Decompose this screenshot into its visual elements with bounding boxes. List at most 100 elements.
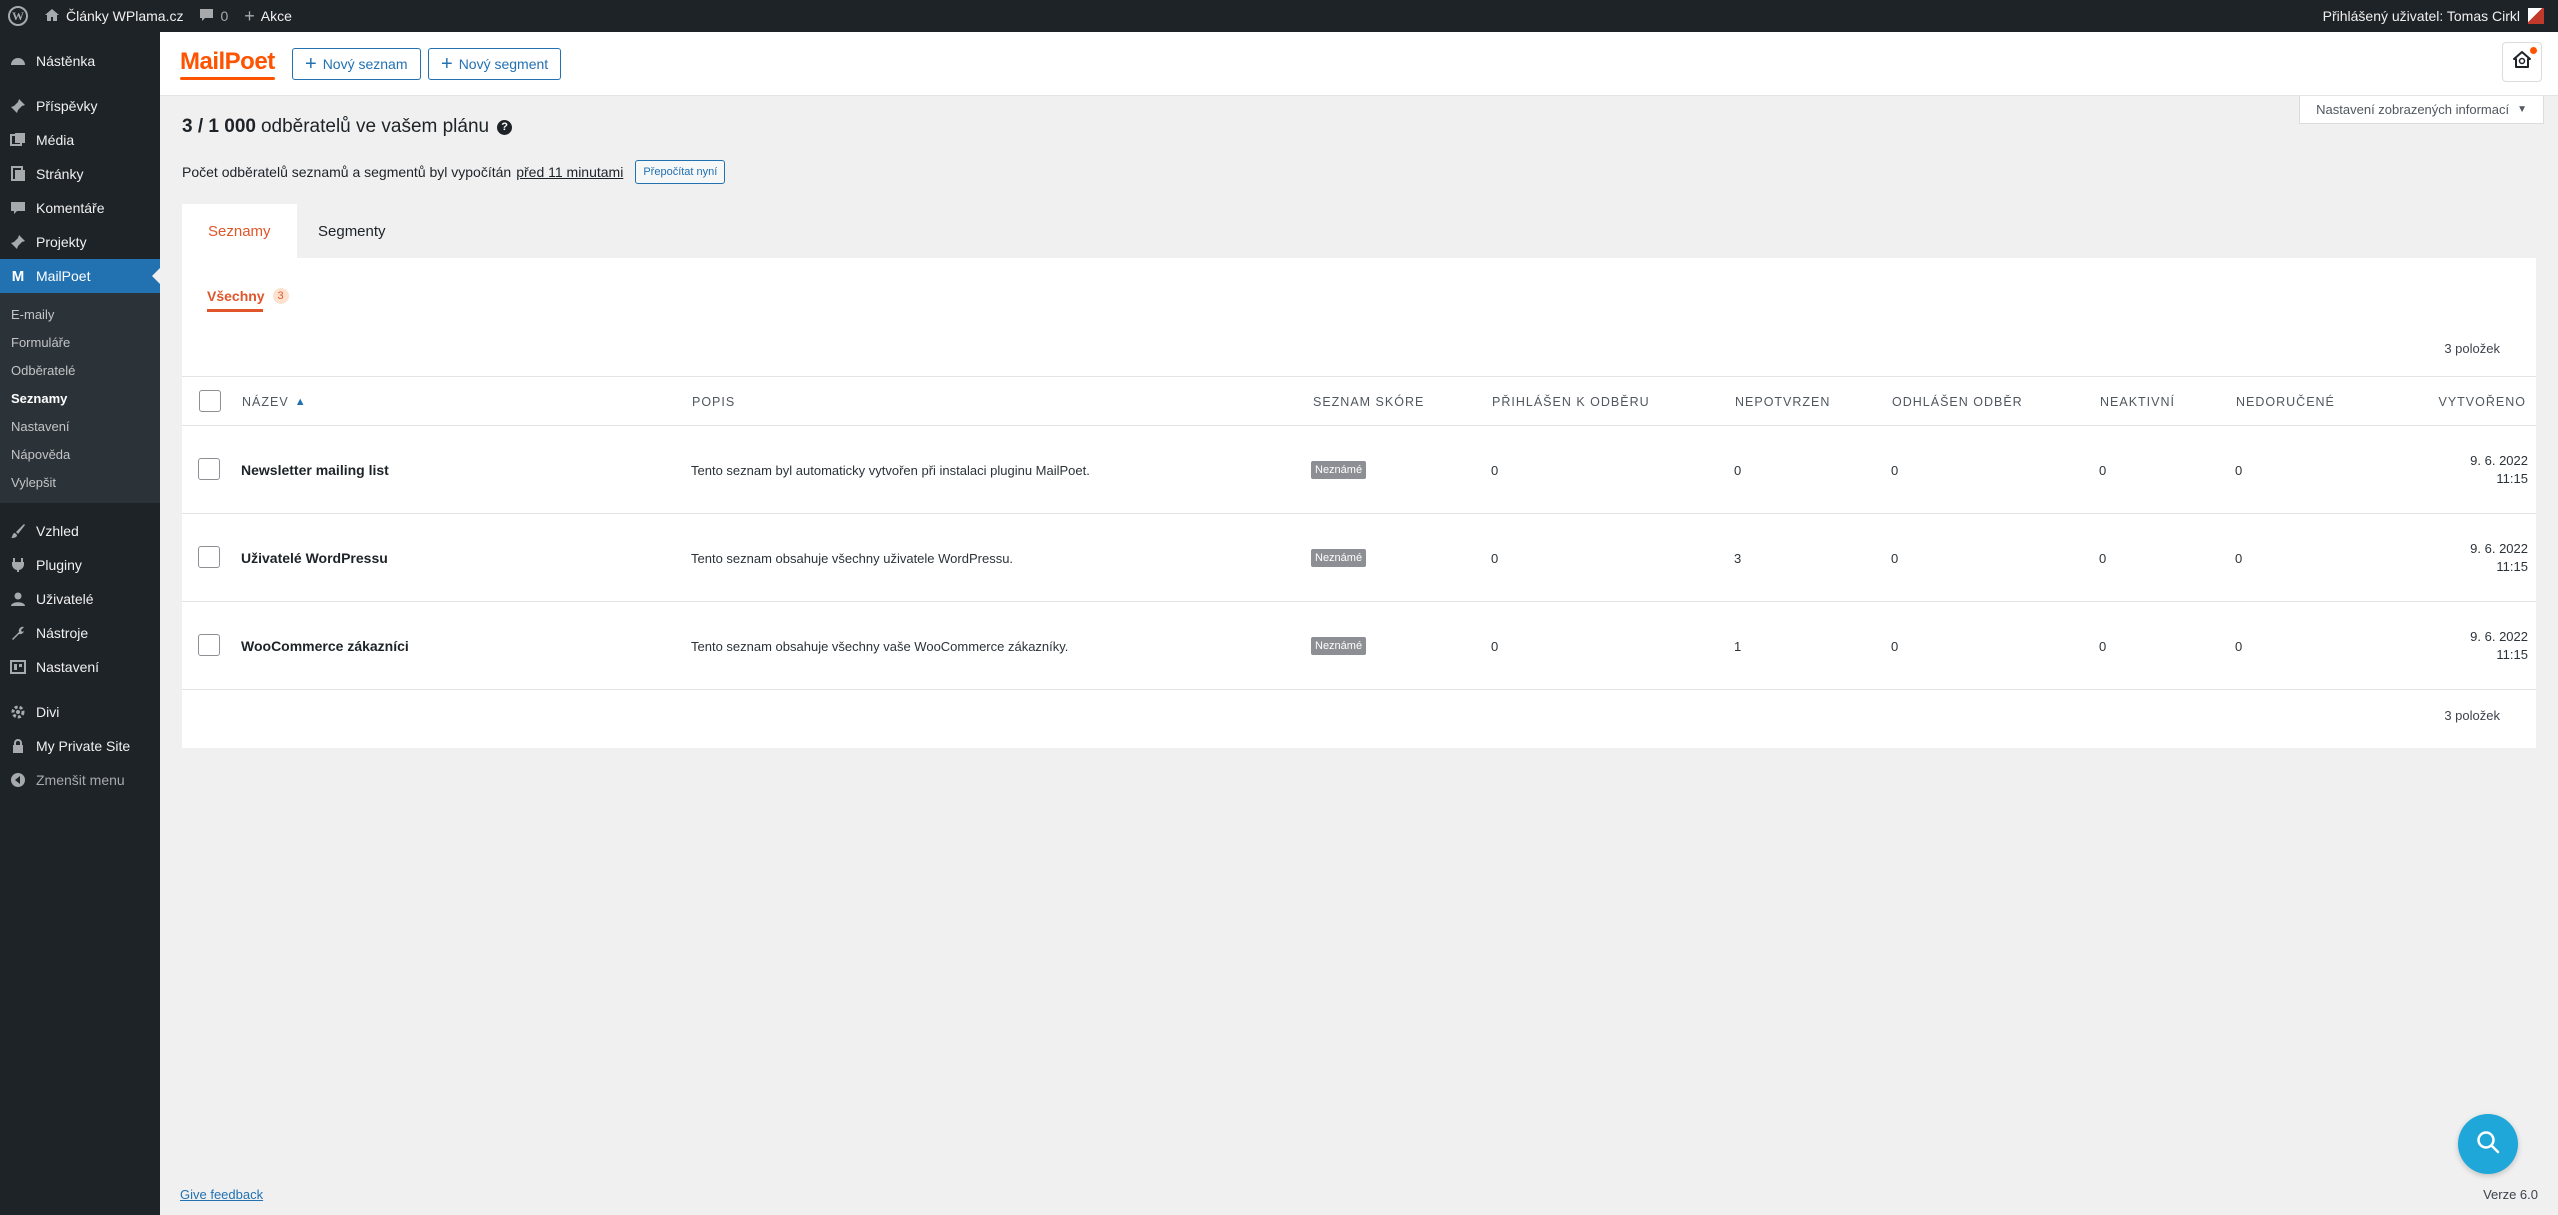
subscribed-count: 0: [1491, 638, 1499, 654]
my-account-link[interactable]: Přihlášený uživatel: Tomas Cirkl: [2315, 0, 2552, 32]
sidebar-item-dashboard[interactable]: Nástěnka: [0, 44, 160, 78]
unconfirmed-count: 0: [1734, 462, 1742, 478]
items-count-bottom: 3 položek: [2444, 708, 2500, 723]
column-score: Seznam skóre: [1313, 395, 1425, 409]
lock-icon: [10, 738, 26, 754]
column-subscribed: Přihlášen k odběru: [1492, 395, 1650, 409]
screen-options-label: Nastavení zobrazených informací: [2316, 102, 2510, 117]
plus-icon: +: [441, 53, 453, 75]
column-unsubscribed: Odhlášen odběr: [1892, 395, 2023, 409]
wordpress-logo-icon[interactable]: W: [0, 0, 36, 32]
admin-sidebar: Nástěnka Příspěvky Média Stránky Komentá…: [0, 32, 160, 1215]
sidebar-item-settings[interactable]: Nastavení: [0, 650, 160, 684]
recalculate-button[interactable]: Přepočítat nyní: [635, 160, 726, 184]
tab-lists[interactable]: Seznamy: [182, 204, 297, 258]
mailpoet-logo[interactable]: MailPoet: [180, 48, 275, 80]
sidebar-item-comments[interactable]: Komentáře: [0, 191, 160, 225]
new-list-button[interactable]: + Nový seznam: [292, 48, 421, 80]
screen-options-button[interactable]: Nastavení zobrazených informací ▼: [2299, 96, 2544, 124]
tab-segments[interactable]: Segmenty: [292, 204, 412, 258]
plan-count: 3 / 1 000: [182, 116, 256, 137]
row-checkbox[interactable]: [198, 458, 220, 480]
sidebar-item-posts[interactable]: Příspěvky: [0, 89, 160, 123]
caret-down-icon: ▼: [2517, 104, 2527, 115]
settings-icon: [10, 659, 26, 675]
plugin-icon: [10, 557, 26, 573]
help-icon[interactable]: ?: [497, 119, 513, 135]
table-row[interactable]: WooCommerce zákazníci Tento seznam obsah…: [182, 602, 2536, 690]
sidebar-item-appearance[interactable]: Vzhled: [0, 514, 160, 548]
row-checkbox[interactable]: [198, 634, 220, 656]
site-name-label: Články WPlama.cz: [66, 8, 184, 24]
select-all-checkbox[interactable]: [199, 390, 221, 412]
score-badge: Neznámé: [1311, 549, 1367, 567]
help-beacon-button[interactable]: [2458, 1114, 2518, 1174]
submenu-item-subscribers[interactable]: Odběratelé: [0, 356, 160, 384]
submenu-item-forms[interactable]: Formuláře: [0, 328, 160, 356]
score-badge-wrap: Neznámé: [1311, 514, 1367, 602]
unsubscribed-count: 0: [1891, 462, 1899, 478]
sidebar-item-mailpoet[interactable]: M MailPoet: [0, 259, 160, 293]
comment-icon: [10, 200, 26, 216]
table-header: Název ▲ Popis Seznam skóre Přihlášen k o…: [182, 376, 2536, 426]
items-count-top: 3 položek: [2444, 341, 2500, 356]
sidebar-item-users[interactable]: Uživatelé: [0, 582, 160, 616]
table-row[interactable]: Uživatelé WordPressu Tento seznam obsahu…: [182, 514, 2536, 602]
column-name[interactable]: Název ▲: [242, 377, 307, 427]
column-unconfirmed: Nepotvrzen: [1735, 395, 1831, 409]
page-icon: [10, 166, 26, 182]
plan-summary: 3 / 1 000 odběratelů ve vašem plánu ?: [182, 116, 513, 138]
submenu-item-settings[interactable]: Nastavení: [0, 412, 160, 440]
created-date: 9. 6. 2022 11:15: [2470, 541, 2528, 574]
list-name[interactable]: Uživatelé WordPressu: [241, 514, 388, 602]
sidebar-item-projects[interactable]: Projekty: [0, 225, 160, 259]
give-feedback-link[interactable]: Give feedback: [180, 1187, 263, 1202]
list-description: Tento seznam obsahuje všechny vaše WooCo…: [691, 638, 1069, 654]
sidebar-item-divi[interactable]: Divi: [0, 695, 160, 729]
score-badge: Neznámé: [1311, 461, 1367, 479]
howdy-label: Přihlášený uživatel: Tomas Cirkl: [2322, 8, 2520, 24]
plan-text: odběratelů ve vašem plánu: [260, 116, 490, 137]
submenu-item-emails[interactable]: E-maily: [0, 300, 160, 328]
table-row[interactable]: Newsletter mailing list Tento seznam byl…: [182, 426, 2536, 514]
collapse-icon: [10, 772, 26, 788]
score-badge-wrap: Neznámé: [1311, 426, 1367, 514]
comments-link[interactable]: 0: [191, 0, 236, 32]
list-name[interactable]: WooCommerce zákazníci: [241, 602, 409, 690]
new-segment-label: Nový segment: [458, 56, 549, 72]
sidebar-item-label: My Private Site: [36, 738, 131, 754]
new-content-label: Akce: [260, 8, 292, 24]
subscribed-count: 0: [1491, 550, 1499, 566]
plus-icon: +: [305, 53, 317, 75]
submenu-item-help[interactable]: Nápověda: [0, 440, 160, 468]
recalc-notice: Počet odběratelů seznamů a segmentů byl …: [182, 160, 726, 184]
list-description: Tento seznam obsahuje všechny uživatele …: [691, 550, 1014, 566]
new-content-link[interactable]: + Akce: [236, 0, 300, 32]
sidebar-item-plugins[interactable]: Pluginy: [0, 548, 160, 582]
pin-icon: [10, 234, 26, 250]
site-name-link[interactable]: Články WPlama.cz: [36, 0, 191, 32]
unsubscribed-count: 0: [1891, 638, 1899, 654]
row-checkbox[interactable]: [198, 546, 220, 568]
plus-icon: +: [244, 5, 255, 26]
bounced-count: 0: [2235, 462, 2243, 478]
media-icon: [10, 132, 26, 148]
submenu-item-upgrade[interactable]: Vylepšit: [0, 468, 160, 496]
sidebar-item-label: Média: [36, 132, 75, 148]
homepage-button[interactable]: [2502, 42, 2542, 82]
sidebar-item-media[interactable]: Média: [0, 123, 160, 157]
list-name[interactable]: Newsletter mailing list: [241, 426, 389, 514]
submenu-item-lists[interactable]: Seznamy: [0, 384, 160, 412]
filter-all[interactable]: Všechny 3: [207, 288, 289, 312]
sidebar-item-pages[interactable]: Stránky: [0, 157, 160, 191]
sidebar-item-label: MailPoet: [36, 268, 91, 284]
collapse-menu-button[interactable]: Zmenšit menu: [0, 763, 160, 797]
sidebar-item-tools[interactable]: Nástroje: [0, 616, 160, 650]
sidebar-item-private-site[interactable]: My Private Site: [0, 729, 160, 763]
created-date: 9. 6. 2022 11:15: [2470, 453, 2528, 486]
inactive-count: 0: [2099, 638, 2107, 654]
new-segment-button[interactable]: + Nový segment: [428, 48, 562, 80]
version-label: Verze 6.0: [2483, 1187, 2538, 1202]
mailpoet-icon: M: [11, 267, 25, 285]
notification-dot: [2530, 47, 2537, 54]
